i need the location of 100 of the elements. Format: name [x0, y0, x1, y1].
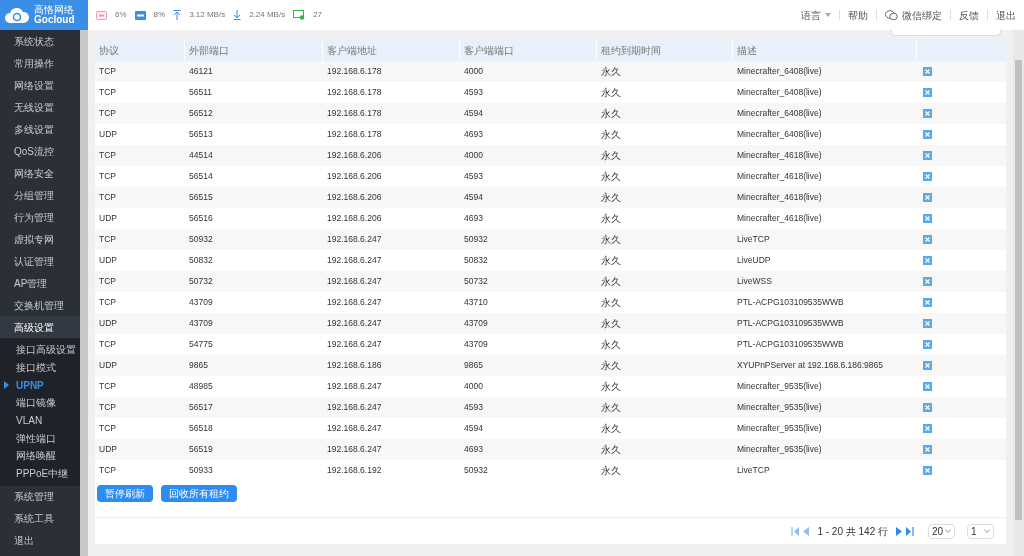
table-cell-text: 永久 — [600, 296, 622, 310]
submenu-item[interactable]: UPNP — [0, 376, 80, 395]
table-cell-text: 43710 — [463, 296, 489, 309]
delete-icon[interactable] — [923, 403, 932, 412]
sidebar-item[interactable]: 系统状态 — [0, 30, 80, 52]
submenu-item[interactable]: PPPoE中继 — [0, 464, 80, 483]
last-page-icon[interactable] — [906, 526, 914, 536]
table-cell-text: 192.168.6.247 — [326, 233, 383, 246]
sidebar-item[interactable]: 退出 — [0, 529, 80, 552]
table-cell-text: 永久 — [600, 380, 622, 394]
sidebar-item[interactable]: QoS流控 — [0, 140, 80, 162]
pagination-info: 1 - 20 共 142 行 — [817, 524, 888, 539]
delete-icon[interactable] — [923, 67, 932, 76]
delete-icon[interactable] — [923, 214, 932, 223]
sidebar-item[interactable]: 系统管理 — [0, 485, 80, 508]
delete-icon[interactable] — [923, 466, 932, 475]
table-cell-text: Minecrafter_4618(live) — [736, 170, 823, 183]
submenu-item[interactable]: 接口高级设置 — [0, 341, 80, 359]
sidebar-item[interactable]: 分组管理 — [0, 184, 80, 206]
sidebar-item[interactable]: 常用操作 — [0, 52, 80, 74]
delete-icon[interactable] — [923, 340, 932, 349]
sidebar-item[interactable]: 行为管理 — [0, 206, 80, 228]
sidebar-item[interactable]: 无线设置 — [0, 96, 80, 118]
table-cell-text: 46121 — [188, 65, 214, 78]
top-link[interactable]: 退出 — [996, 7, 1016, 23]
table-cell-text: 4000 — [463, 380, 484, 393]
table-cell-text: UDP — [98, 443, 118, 456]
sidebar-item[interactable]: 高级设置 — [0, 316, 80, 338]
delete-icon[interactable] — [923, 277, 932, 286]
page-size-select[interactable]: 20 — [928, 523, 955, 539]
delete-icon[interactable] — [923, 361, 932, 370]
table-cell-text: 56514 — [188, 170, 214, 183]
table-cell-text: 永久 — [600, 65, 622, 79]
table-cell-text: 4000 — [463, 149, 484, 162]
sidebar-item[interactable]: AP管理 — [0, 272, 80, 294]
table-cell-text: 永久 — [600, 149, 622, 163]
delete-icon[interactable] — [923, 256, 932, 265]
delete-icon[interactable] — [923, 382, 932, 391]
delete-icon[interactable] — [923, 424, 932, 433]
delete-icon[interactable] — [923, 445, 932, 454]
language-dropdown[interactable]: 语言 — [801, 7, 831, 23]
table-cell-text: 56512 — [188, 107, 214, 120]
table-cell-text: 192.168.6.247 — [326, 338, 383, 351]
monitor-icon — [293, 10, 306, 20]
table-cell-text: 永久 — [600, 464, 622, 478]
caret-icon — [825, 13, 831, 17]
sidebar-item[interactable]: 多线设置 — [0, 118, 80, 140]
sidebar-item[interactable]: 系统工具 — [0, 507, 80, 530]
table-cell-text: 48985 — [188, 380, 214, 393]
next-page-icon[interactable] — [896, 526, 902, 536]
table-cell-text: 50933 — [188, 464, 214, 477]
table-cell-text: LiveWSS — [736, 275, 773, 288]
delete-icon[interactable] — [923, 151, 932, 160]
table-cell-text: 4593 — [463, 170, 484, 183]
page-select[interactable]: 1 — [967, 523, 994, 539]
prev-page-icon[interactable] — [803, 526, 810, 536]
sidebar-item[interactable]: 虚拟专网 — [0, 228, 80, 250]
delete-icon[interactable] — [923, 193, 932, 202]
table-cell-text: 4594 — [463, 107, 484, 120]
table-cell-text: Minecrafter_6408(live) — [736, 128, 823, 141]
table-cell-text: 56516 — [188, 212, 214, 225]
table-cell-text: LiveUDP — [736, 254, 772, 267]
table-cell-text: 192.168.6.206 — [326, 212, 383, 225]
submenu-item[interactable]: 接口模式 — [0, 358, 80, 377]
delete-icon[interactable] — [923, 109, 932, 118]
submenu-item[interactable]: 网络唤醒 — [0, 447, 80, 465]
table-cell-text: 56511 — [188, 86, 213, 99]
submenu-item[interactable]: 端口镜像 — [0, 394, 80, 412]
delete-icon[interactable] — [923, 88, 932, 97]
submenu-item[interactable]: 弹性端口 — [0, 429, 80, 448]
table-cell-text: 4693 — [463, 128, 484, 141]
submenu-item[interactable]: VLAN — [0, 411, 80, 430]
table-cell-text: 192.168.6.247 — [326, 296, 383, 309]
search-field[interactable] — [891, 30, 1001, 36]
wechat-bind-link[interactable]: 微信绑定 — [885, 7, 942, 23]
table-cell-text: 192.168.6.247 — [326, 317, 383, 330]
delete-icon[interactable] — [923, 235, 932, 244]
delete-icon[interactable] — [923, 130, 932, 139]
ram-icon — [134, 10, 146, 20]
delete-icon[interactable] — [923, 319, 932, 328]
table-cell-text: LiveTCP — [736, 233, 771, 246]
sidebar-item[interactable]: 网络安全 — [0, 162, 80, 184]
table-cell-text: TCP — [98, 65, 117, 78]
pointer-icon — [4, 381, 9, 390]
top-link[interactable]: 帮助 — [848, 7, 868, 23]
first-page-icon[interactable] — [791, 526, 800, 536]
table-cell-text: 永久 — [600, 212, 622, 226]
sidebar-item[interactable]: 交换机管理 — [0, 294, 80, 316]
table-cell-text: UDP — [98, 212, 118, 225]
sidebar-item[interactable]: 认证管理 — [0, 250, 80, 272]
ram-usage: 8% — [153, 9, 166, 21]
top-link[interactable]: 反馈 — [959, 7, 979, 23]
delete-icon[interactable] — [923, 172, 932, 181]
table-cell-text: 192.168.6.247 — [326, 422, 383, 435]
table-cell-text: Minecrafter_6408(live) — [736, 107, 823, 120]
table-cell-text: 192.168.6.186 — [326, 359, 383, 372]
delete-icon[interactable] — [923, 298, 932, 307]
client-count: 27 — [313, 9, 323, 21]
table-cell-text: 9865 — [188, 359, 209, 372]
sidebar-item[interactable]: 网络设置 — [0, 74, 80, 96]
